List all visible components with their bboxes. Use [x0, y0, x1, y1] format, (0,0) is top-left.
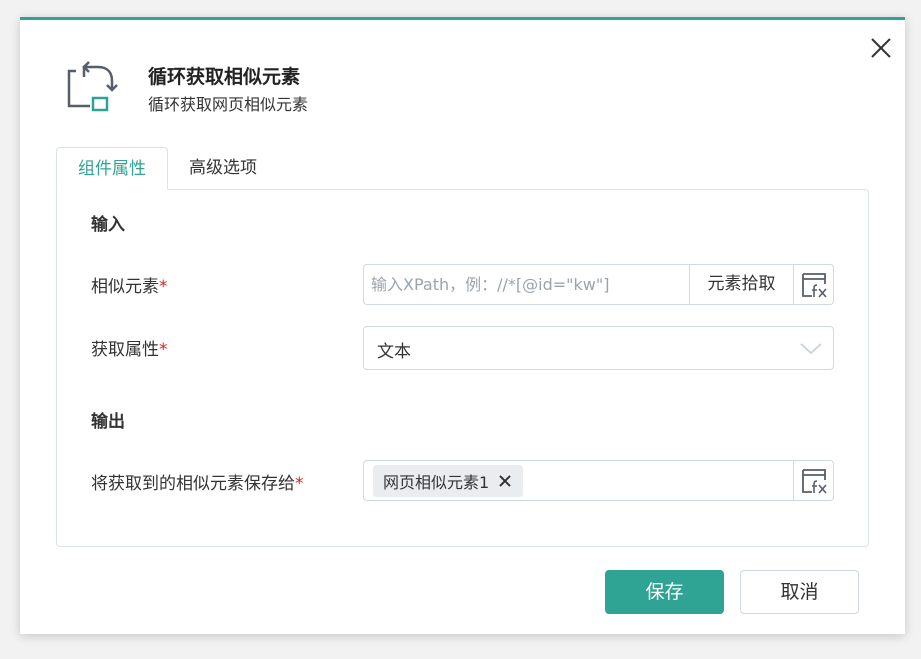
- required-mark: *: [295, 474, 304, 494]
- attribute-select[interactable]: 文本: [363, 326, 834, 370]
- input-section-title: 输入: [91, 215, 125, 235]
- pick-element-button[interactable]: 元素拾取: [689, 265, 793, 304]
- get-attribute-label-text: 获取属性: [91, 340, 159, 360]
- save-to-label-text: 将获取到的相似元素保存给: [91, 474, 295, 494]
- properties-panel: 输入 相似元素* 元素拾取 获取属性* 文本: [56, 189, 869, 547]
- dialog-subtitle: 循环获取网页相似元素: [148, 95, 309, 114]
- loop-element-icon: [64, 61, 118, 113]
- tab-component-properties[interactable]: 组件属性: [56, 147, 168, 190]
- save-button[interactable]: 保存: [605, 570, 724, 614]
- cancel-button[interactable]: 取消: [740, 570, 859, 614]
- output-variable-field[interactable]: 网页相似元素1: [363, 460, 834, 501]
- required-mark: *: [159, 277, 168, 297]
- required-mark: *: [159, 340, 168, 360]
- fx-icon[interactable]: [793, 265, 833, 304]
- chevron-down-icon: [799, 339, 823, 361]
- xpath-input[interactable]: [364, 265, 689, 304]
- tag-area: 网页相似元素1: [364, 461, 793, 500]
- output-section-title: 输出: [91, 412, 125, 432]
- close-icon[interactable]: [499, 474, 511, 487]
- tab-advanced-options[interactable]: 高级选项: [168, 147, 278, 190]
- variable-tag-label: 网页相似元素1: [383, 472, 490, 492]
- variable-tag: 网页相似元素1: [373, 464, 524, 497]
- similar-element-label: 相似元素*: [91, 272, 168, 297]
- attribute-select-value: 文本: [377, 342, 411, 362]
- dialog-title: 循环获取相似元素: [148, 66, 301, 88]
- close-icon[interactable]: [869, 36, 893, 60]
- dialog: 循环获取相似元素 循环获取网页相似元素 组件属性 高级选项 输入 相似元素* 元…: [20, 17, 905, 634]
- xpath-field-group: 元素拾取: [363, 264, 834, 305]
- fx-icon[interactable]: [793, 461, 833, 500]
- similar-element-label-text: 相似元素: [91, 277, 159, 297]
- get-attribute-label: 获取属性*: [91, 335, 168, 360]
- save-to-label: 将获取到的相似元素保存给*: [91, 469, 304, 494]
